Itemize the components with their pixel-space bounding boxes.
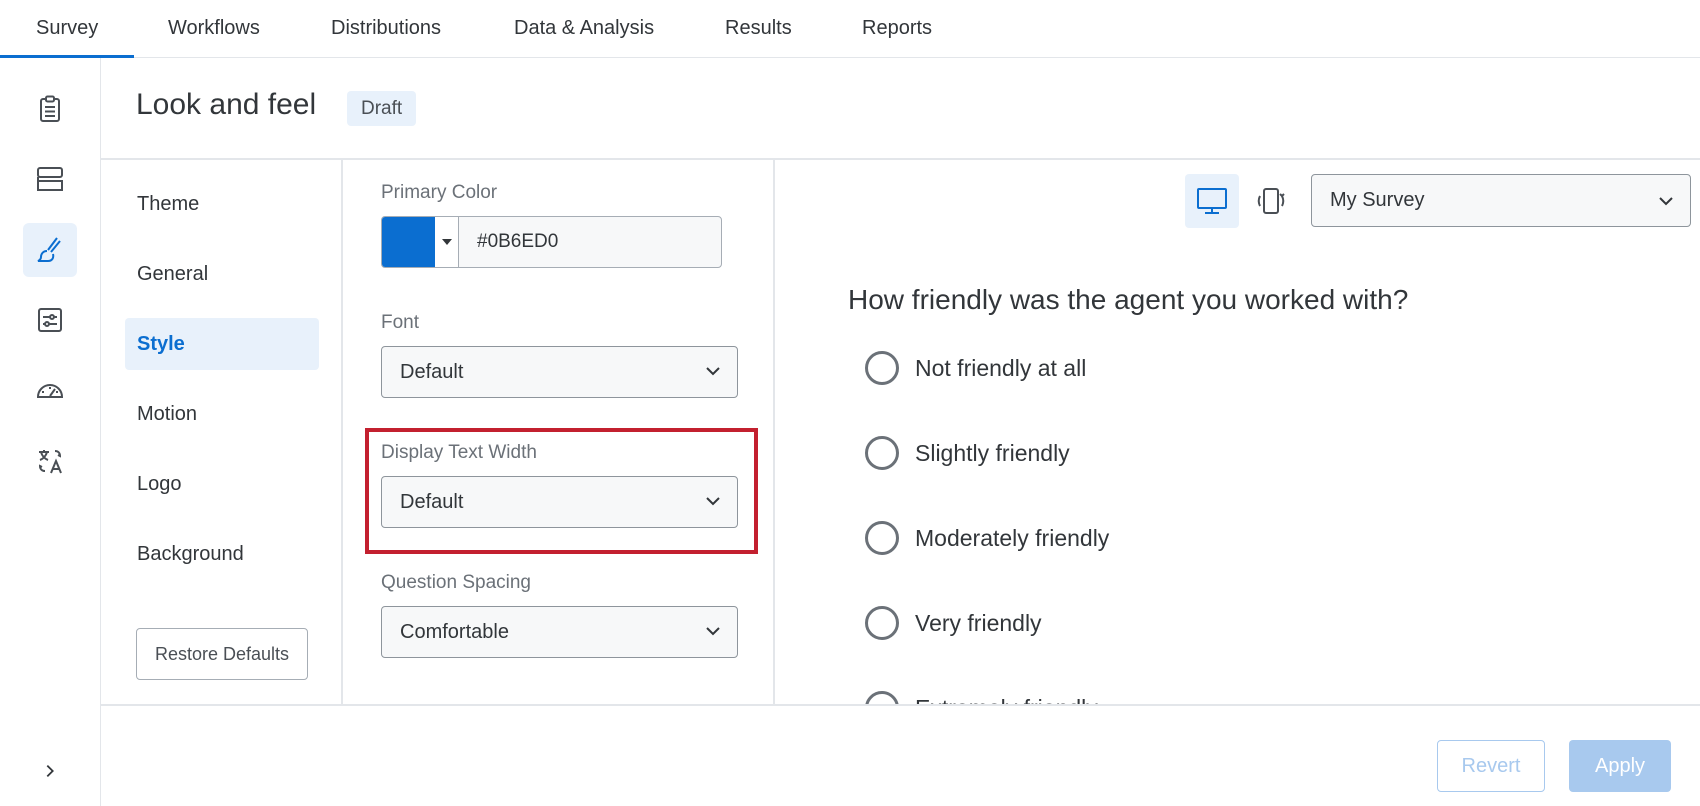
section-item-background[interactable]: Background [125, 528, 319, 580]
chevron-down-icon [1659, 197, 1673, 206]
tab-reports[interactable]: Reports [862, 0, 932, 57]
revert-button[interactable]: Revert [1437, 740, 1545, 792]
translate-icon[interactable] [23, 434, 77, 488]
radio-button[interactable] [865, 606, 899, 640]
choice-option[interactable]: Moderately friendly [865, 520, 1109, 556]
chevron-down-icon [706, 627, 720, 636]
apply-button[interactable]: Apply [1569, 740, 1671, 792]
display-text-width-value: Default [400, 491, 464, 513]
restore-defaults-button[interactable]: Restore Defaults [136, 628, 308, 680]
footer-bar: Revert Apply [101, 704, 1700, 806]
tab-survey[interactable]: Survey [0, 0, 135, 58]
desktop-icon[interactable] [1185, 174, 1239, 228]
hex-color-input[interactable] [460, 217, 721, 267]
choice-label: Moderately friendly [915, 524, 1110, 551]
chevron-down-icon [706, 497, 720, 506]
clipboard-icon[interactable] [23, 82, 77, 136]
options-icon[interactable] [23, 293, 77, 347]
paintbrush-icon[interactable] [23, 223, 77, 277]
chevron-right-icon[interactable] [35, 756, 65, 786]
tab-distributions[interactable]: Distributions [331, 0, 441, 57]
question-text: How friendly was the agent you worked wi… [848, 284, 1409, 315]
section-item-general[interactable]: General [125, 248, 319, 300]
primary-color-label: Primary Color [381, 182, 498, 203]
question-spacing-value: Comfortable [400, 621, 509, 643]
choice-label: Not friendly at all [915, 354, 1087, 381]
font-select-value: Default [400, 361, 464, 383]
choice-label: Extremely friendly [915, 695, 1098, 705]
question-spacing-label: Question Spacing [381, 572, 531, 593]
choice-option[interactable]: Slightly friendly [865, 435, 1070, 471]
question-spacing-select[interactable]: Comfortable [381, 606, 738, 658]
choice-option[interactable]: Very friendly [865, 605, 1042, 641]
choice-option[interactable]: Not friendly at all [865, 350, 1086, 386]
choice-option[interactable]: Extremely friendly [865, 690, 1098, 704]
style-options: Primary Color Font Default Display Text … [345, 160, 775, 704]
survey-select-value: My Survey [1330, 189, 1425, 211]
tab-workflows[interactable]: Workflows [168, 0, 260, 57]
radio-button[interactable] [865, 436, 899, 470]
display-text-width-label: Display Text Width [381, 442, 537, 463]
font-label: Font [381, 312, 420, 333]
section-item-theme[interactable]: Theme [125, 178, 319, 230]
chevron-down-icon [706, 367, 720, 376]
radio-button[interactable] [865, 521, 899, 555]
gauge-icon[interactable] [23, 363, 77, 417]
survey-select[interactable]: My Survey [1311, 174, 1691, 227]
primary-color-picker[interactable] [381, 216, 722, 268]
section-list: Theme General Style Motion Logo Backgrou… [101, 160, 343, 704]
survey-preview: My Survey How friendly was the agent you… [777, 160, 1700, 704]
section-item-style[interactable]: Style [125, 318, 319, 370]
tab-results[interactable]: Results [725, 0, 792, 57]
choice-label: Slightly friendly [915, 439, 1070, 466]
tab-data-analysis[interactable]: Data & Analysis [514, 0, 654, 57]
radio-button[interactable] [865, 691, 899, 704]
choice-label: Very friendly [915, 609, 1042, 636]
display-text-width-select[interactable]: Default [381, 476, 738, 528]
section-item-logo[interactable]: Logo [125, 458, 319, 510]
font-select[interactable]: Default [381, 346, 738, 398]
mobile-rotate-icon[interactable] [1244, 174, 1298, 228]
section-item-motion[interactable]: Motion [125, 388, 319, 440]
blocks-icon[interactable] [23, 152, 77, 206]
left-rail [0, 58, 101, 806]
top-nav: Survey Workflows Distributions Data & An… [0, 0, 1700, 58]
page-title: Look and feel [136, 88, 317, 121]
caret-down-icon[interactable] [435, 217, 459, 267]
status-badge: Draft [347, 91, 417, 126]
radio-button[interactable] [865, 351, 899, 385]
color-swatch[interactable] [382, 217, 435, 267]
